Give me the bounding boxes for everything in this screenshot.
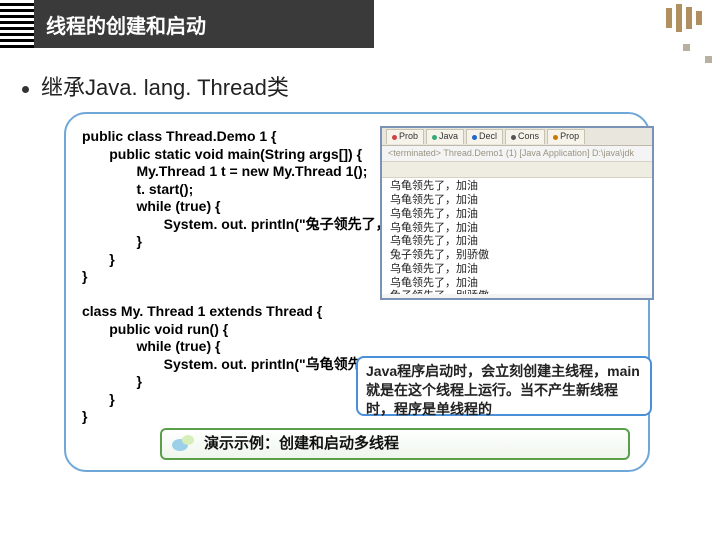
console-line: 乌龟领先了，加油	[390, 208, 644, 222]
console-line: 乌龟领先了，加油	[390, 180, 644, 194]
tab-dot-icon	[472, 135, 477, 140]
logo-bar	[676, 4, 682, 32]
slide-title: 线程的创建和启动	[34, 0, 374, 48]
bullet-text: 继承Java. lang. Thread类	[41, 75, 289, 100]
logo-bar	[696, 11, 702, 25]
console-line: 乌龟领先了，加油	[390, 235, 644, 249]
tab-dot-icon	[511, 135, 516, 140]
console-line: 乌龟领先了，加油	[390, 263, 644, 277]
logo-bar	[686, 7, 692, 29]
console-line: 乌龟领先了，加油	[390, 194, 644, 208]
tab-label: Prob	[399, 131, 418, 142]
ide-window: Prob Java Decl Cons Prop <terminated> Th…	[380, 126, 654, 300]
callout-text: Java程序启动时，会立刻创建主线程，main就是在这个线程上运行。当不产生新线…	[366, 363, 640, 417]
bullet-dot-icon	[22, 86, 29, 93]
ide-tab-prop[interactable]: Prop	[547, 129, 585, 143]
tab-label: Prop	[560, 131, 579, 142]
demo-label: 演示示例：创建和启动多线程	[204, 435, 399, 454]
logo-bar	[666, 8, 672, 28]
tab-dot-icon	[432, 135, 437, 140]
title-bar: 线程的创建和启动	[0, 0, 720, 48]
terminated-text: <terminated> Thread.Demo1 (1) [Java Appl…	[388, 148, 634, 158]
chat-bubbles-icon	[172, 435, 194, 453]
callout-box: Java程序启动时，会立刻创建主线程，main就是在这个线程上运行。当不产生新线…	[356, 356, 652, 416]
code-box: public class Thread.Demo 1 { public stat…	[64, 112, 650, 472]
bullet-heading: 继承Java. lang. Thread类	[22, 70, 720, 102]
ide-terminated-line: <terminated> Thread.Demo1 (1) [Java Appl…	[382, 146, 652, 162]
ide-tab-bar: Prob Java Decl Cons Prop	[382, 128, 652, 146]
title-stripe-decor	[0, 0, 34, 48]
ide-tab-java[interactable]: Java	[426, 129, 464, 143]
tab-dot-icon	[553, 135, 558, 140]
logo	[666, 4, 702, 32]
decor-dot	[683, 44, 690, 51]
tab-label: Decl	[479, 131, 497, 142]
console-line: 乌龟领先了，加油	[390, 222, 644, 236]
decor-dot	[705, 56, 712, 63]
ide-toolbar	[382, 162, 652, 178]
console-line: 乌龟领先了，加油	[390, 277, 644, 291]
ide-tab-decl[interactable]: Decl	[466, 129, 503, 143]
ide-tab-cons[interactable]: Cons	[505, 129, 545, 143]
tab-label: Java	[439, 131, 458, 142]
console-line: 兔子领先了，别骄傲	[390, 249, 644, 263]
ide-tab-prob[interactable]: Prob	[386, 129, 424, 143]
tab-label: Cons	[518, 131, 539, 142]
console-line: 兔子领先了，别骄傲	[390, 290, 644, 294]
demo-box: 演示示例：创建和启动多线程	[160, 428, 630, 460]
ide-console-output: 乌龟领先了，加油 乌龟领先了，加油 乌龟领先了，加油 乌龟领先了，加油 乌龟领先…	[382, 178, 652, 294]
tab-dot-icon	[392, 135, 397, 140]
